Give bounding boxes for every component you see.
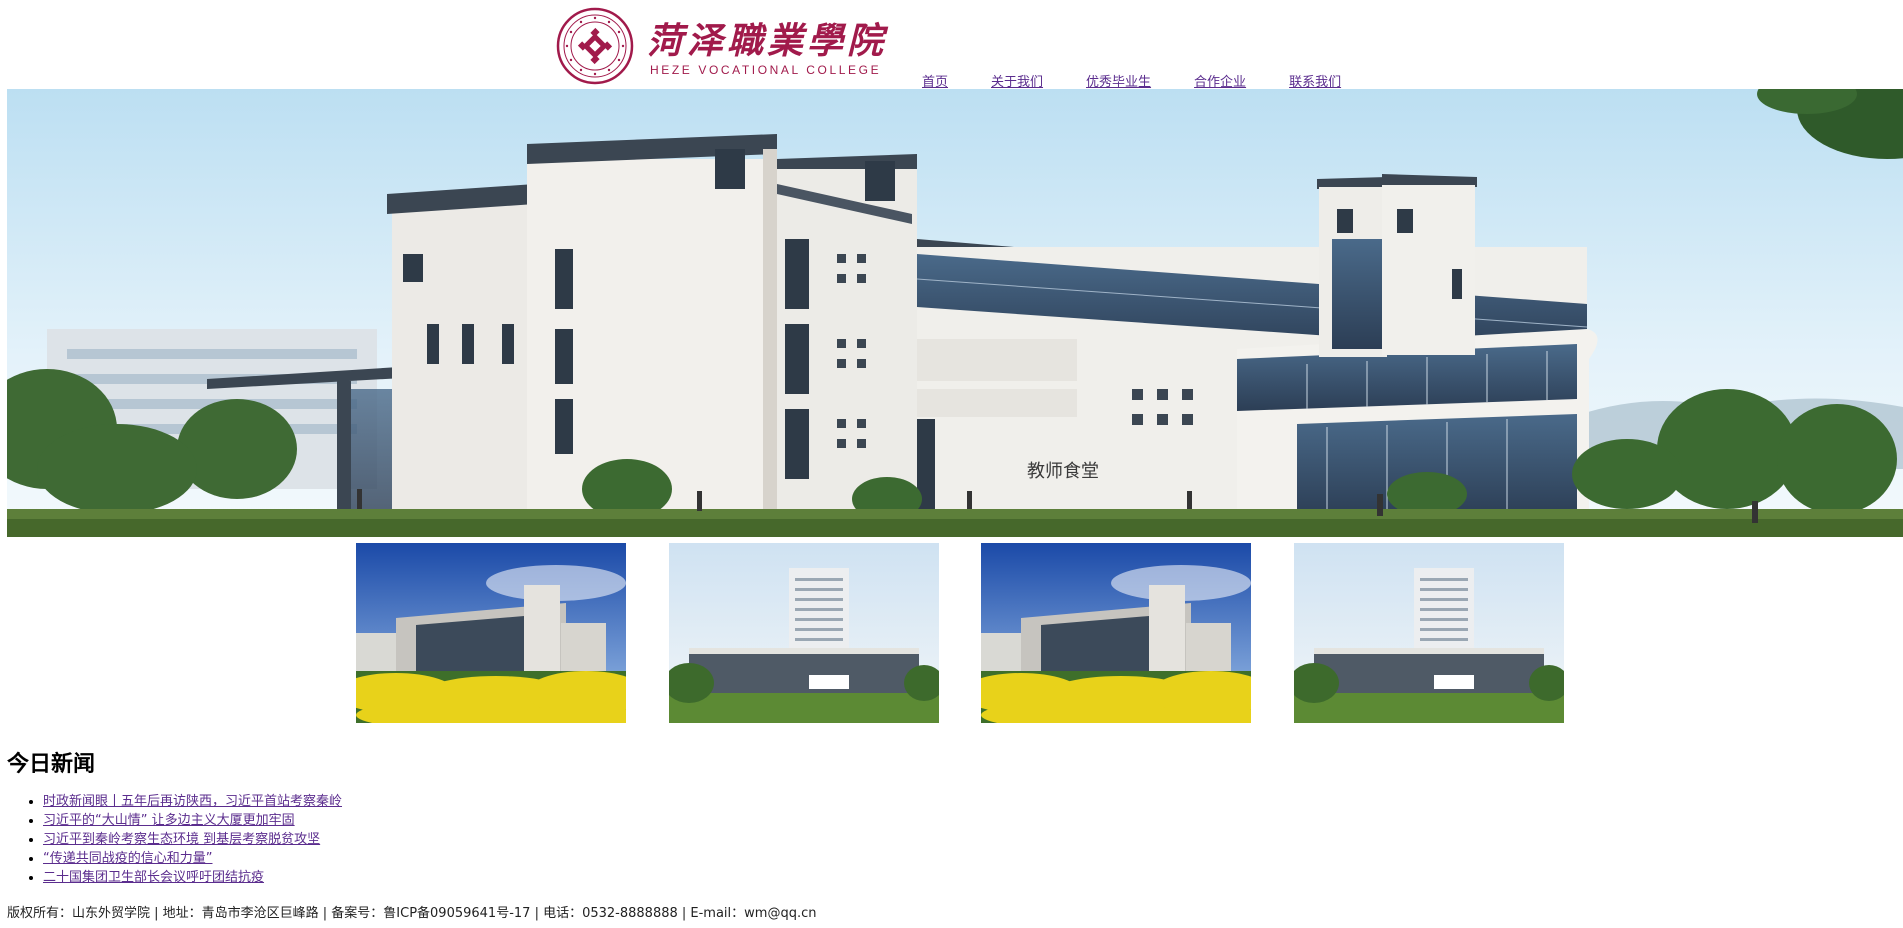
logo-chinese-name: 菏泽職業學院: [647, 20, 888, 62]
news-list-item: 时政新闻眼丨五年后再访陕西，习近平首站考察秦岭: [43, 792, 342, 811]
campus-thumbnails: [0, 543, 1903, 723]
hero-banner-image: 教师食堂: [7, 89, 1903, 537]
site-header: 菏泽職業學院 HEZE VOCATIONAL COLLEGE 首页 关于我们 优…: [0, 0, 1903, 90]
site-footer-info: 版权所有：山东外贸学院 | 地址：青岛市李沧区巨峰路 | 备案号：鲁ICP备09…: [7, 906, 817, 921]
campus-thumbnail[interactable]: [1294, 543, 1564, 723]
college-logo[interactable]: 菏泽職業學院 HEZE VOCATIONAL COLLEGE: [556, 7, 883, 87]
news-list: 时政新闻眼丨五年后再访陕西，习近平首站考察秦岭 习近平的“大山情” 让多边主义大…: [7, 792, 342, 887]
campus-thumbnail[interactable]: [356, 543, 626, 723]
banner-sign-text: 教师食堂: [1027, 461, 1099, 482]
nav-partners[interactable]: 合作企业: [1194, 71, 1246, 90]
nav-home[interactable]: 首页: [922, 71, 948, 90]
main-nav: 首页 关于我们 优秀毕业生 合作企业 联系我们: [922, 71, 1384, 90]
logo-english-name: HEZE VOCATIONAL COLLEGE: [650, 63, 882, 77]
nav-graduates[interactable]: 优秀毕业生: [1086, 71, 1151, 90]
news-link[interactable]: 习近平到秦岭考察生态环境 到基层考察脱贫攻坚: [43, 832, 320, 847]
news-link[interactable]: 时政新闻眼丨五年后再访陕西，习近平首站考察秦岭: [43, 794, 342, 809]
news-list-item: 习近平的“大山情” 让多边主义大厦更加牢固: [43, 811, 342, 830]
news-list-item: “传递共同战疫的信心和力量”: [43, 849, 342, 868]
nav-contact[interactable]: 联系我们: [1289, 71, 1341, 90]
news-list-item: 习近平到秦岭考察生态环境 到基层考察脱贫攻坚: [43, 830, 342, 849]
news-list-item: 二十国集团卫生部长会议呼吁团结抗疫: [43, 868, 342, 887]
campus-thumbnail[interactable]: [669, 543, 939, 723]
news-section-title: 今日新闻: [7, 752, 96, 777]
news-link[interactable]: 二十国集团卫生部长会议呼吁团结抗疫: [43, 870, 264, 885]
college-seal-icon: [556, 7, 634, 85]
news-link[interactable]: 习近平的“大山情” 让多边主义大厦更加牢固: [43, 813, 295, 828]
news-link[interactable]: “传递共同战疫的信心和力量”: [43, 851, 212, 866]
nav-about[interactable]: 关于我们: [991, 71, 1043, 90]
campus-thumbnail[interactable]: [981, 543, 1251, 723]
